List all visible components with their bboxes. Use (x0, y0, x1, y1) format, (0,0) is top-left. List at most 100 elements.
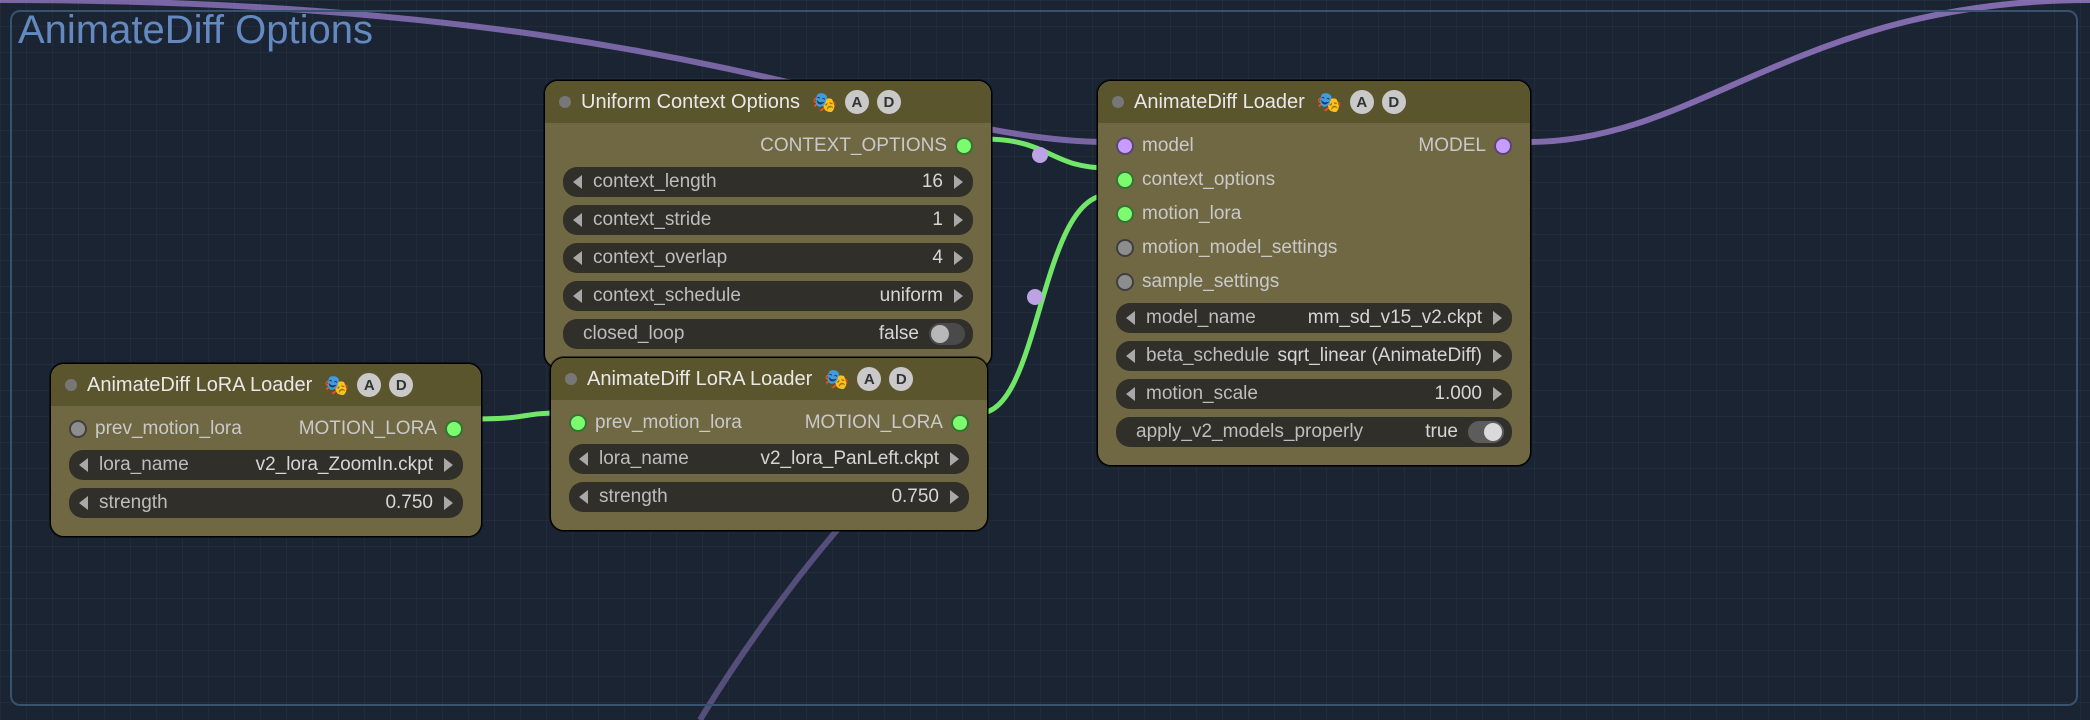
node-title: AnimateDiff Loader (1134, 91, 1305, 114)
input-port-prev-motion-lora[interactable] (69, 420, 87, 438)
widget-label: context_length (593, 171, 717, 193)
widget-value: 1 (932, 209, 943, 231)
widget-context-overlap[interactable]: context_overlap 4 (563, 243, 973, 273)
toggle-switch[interactable] (1468, 421, 1504, 443)
arrow-left-icon[interactable] (79, 496, 88, 510)
input-port-sample-settings[interactable] (1116, 273, 1134, 291)
collapse-dot-icon[interactable] (559, 96, 571, 108)
output-port-context-options[interactable] (955, 137, 973, 155)
badge-a-icon: A (845, 90, 869, 114)
widget-label: motion_scale (1146, 383, 1258, 405)
group-title: AnimateDiff Options (18, 8, 373, 53)
output-port-motion-lora[interactable] (951, 414, 969, 432)
input-motion-lora-label: motion_lora (1142, 203, 1241, 225)
badge-d-icon: D (1382, 90, 1406, 114)
input-sample-settings-label: sample_settings (1142, 271, 1279, 293)
widget-label: strength (599, 486, 668, 508)
badge-a-icon: A (357, 373, 381, 397)
input-port-motion-model-settings[interactable] (1116, 239, 1134, 257)
widget-strength[interactable]: strength 0.750 (69, 488, 463, 518)
mask-icon: 🎭 (824, 367, 849, 392)
widget-strength[interactable]: strength 0.750 (569, 482, 969, 512)
widget-label: context_schedule (593, 285, 741, 307)
node-titlebar[interactable]: AnimateDiff LoRA Loader 🎭 A D (51, 364, 481, 406)
arrow-left-icon[interactable] (579, 452, 588, 466)
input-port-model[interactable] (1116, 137, 1134, 155)
arrow-right-icon[interactable] (954, 289, 963, 303)
output-port-motion-lora[interactable] (445, 420, 463, 438)
widget-label: strength (99, 492, 168, 514)
widget-label: context_stride (593, 209, 711, 231)
input-prev-motion-lora-label: prev_motion_lora (95, 418, 242, 440)
badge-d-icon: D (389, 373, 413, 397)
node-uniform-context-options[interactable]: Uniform Context Options 🎭 A D CONTEXT_OP… (544, 80, 992, 368)
arrow-right-icon[interactable] (954, 213, 963, 227)
widget-label: context_overlap (593, 247, 727, 269)
arrow-right-icon[interactable] (954, 251, 963, 265)
arrow-right-icon[interactable] (950, 452, 959, 466)
widget-context-stride[interactable]: context_stride 1 (563, 205, 973, 235)
widget-label: beta_schedule (1146, 345, 1270, 367)
widget-value: 0.750 (891, 486, 939, 508)
widget-closed-loop[interactable]: closed_loop false (563, 319, 973, 349)
arrow-left-icon[interactable] (1126, 349, 1135, 363)
widget-value: 0.750 (385, 492, 433, 514)
widget-value: true (1425, 421, 1458, 443)
arrow-right-icon[interactable] (1493, 311, 1502, 325)
badge-d-icon: D (889, 367, 913, 391)
widget-value: 16 (922, 171, 943, 193)
node-titlebar[interactable]: AnimateDiff Loader 🎭 A D (1098, 81, 1530, 123)
arrow-left-icon[interactable] (79, 458, 88, 472)
widget-value: mm_sd_v15_v2.ckpt (1308, 307, 1482, 329)
widget-lora-name[interactable]: lora_name v2_lora_ZoomIn.ckpt (69, 450, 463, 480)
arrow-left-icon[interactable] (573, 175, 582, 189)
output-motion-lora-label: MOTION_LORA (299, 418, 437, 440)
arrow-right-icon[interactable] (444, 496, 453, 510)
node-title: AnimateDiff LoRA Loader (587, 368, 812, 391)
arrow-right-icon[interactable] (1493, 387, 1502, 401)
node-titlebar[interactable]: Uniform Context Options 🎭 A D (545, 81, 991, 123)
input-port-prev-motion-lora[interactable] (569, 414, 587, 432)
widget-label: lora_name (599, 448, 689, 470)
node-titlebar[interactable]: AnimateDiff LoRA Loader 🎭 A D (551, 358, 987, 400)
widget-value: uniform (880, 285, 943, 307)
widget-motion-scale[interactable]: motion_scale 1.000 (1116, 379, 1512, 409)
widget-value: v2_lora_ZoomIn.ckpt (256, 454, 433, 476)
widget-context-schedule[interactable]: context_schedule uniform (563, 281, 973, 311)
arrow-left-icon[interactable] (1126, 311, 1135, 325)
arrow-left-icon[interactable] (573, 213, 582, 227)
arrow-left-icon[interactable] (573, 289, 582, 303)
output-motion-lora-label: MOTION_LORA (805, 412, 943, 434)
arrow-right-icon[interactable] (954, 175, 963, 189)
arrow-left-icon[interactable] (579, 490, 588, 504)
widget-value: sqrt_linear (AnimateDiff) (1277, 345, 1482, 367)
mask-icon: 🎭 (812, 90, 837, 115)
toggle-switch[interactable] (929, 323, 965, 345)
collapse-dot-icon[interactable] (65, 379, 77, 391)
widget-lora-name[interactable]: lora_name v2_lora_PanLeft.ckpt (569, 444, 969, 474)
output-port-model[interactable] (1494, 137, 1512, 155)
widget-value: 4 (932, 247, 943, 269)
widget-label: lora_name (99, 454, 189, 476)
widget-apply-v2[interactable]: apply_v2_models_properly true (1116, 417, 1512, 447)
widget-beta-schedule[interactable]: beta_schedule sqrt_linear (AnimateDiff) (1116, 341, 1512, 371)
widget-label: closed_loop (583, 323, 684, 345)
node-lora-loader-1[interactable]: AnimateDiff LoRA Loader 🎭 A D prev_motio… (50, 363, 482, 537)
collapse-dot-icon[interactable] (1112, 96, 1124, 108)
widget-label: apply_v2_models_properly (1136, 421, 1363, 443)
node-animatediff-loader[interactable]: AnimateDiff Loader 🎭 A D model MODEL con… (1097, 80, 1531, 466)
widget-model-name[interactable]: model_name mm_sd_v15_v2.ckpt (1116, 303, 1512, 333)
group-frame-animatediff-options[interactable] (10, 10, 2078, 706)
widget-context-length[interactable]: context_length 16 (563, 167, 973, 197)
node-lora-loader-2[interactable]: AnimateDiff LoRA Loader 🎭 A D prev_motio… (550, 357, 988, 531)
arrow-right-icon[interactable] (1493, 349, 1502, 363)
arrow-right-icon[interactable] (950, 490, 959, 504)
node-title: Uniform Context Options (581, 91, 800, 114)
arrow-right-icon[interactable] (444, 458, 453, 472)
badge-a-icon: A (857, 367, 881, 391)
input-port-context-options[interactable] (1116, 171, 1134, 189)
arrow-left-icon[interactable] (573, 251, 582, 265)
arrow-left-icon[interactable] (1126, 387, 1135, 401)
input-port-motion-lora[interactable] (1116, 205, 1134, 223)
collapse-dot-icon[interactable] (565, 373, 577, 385)
